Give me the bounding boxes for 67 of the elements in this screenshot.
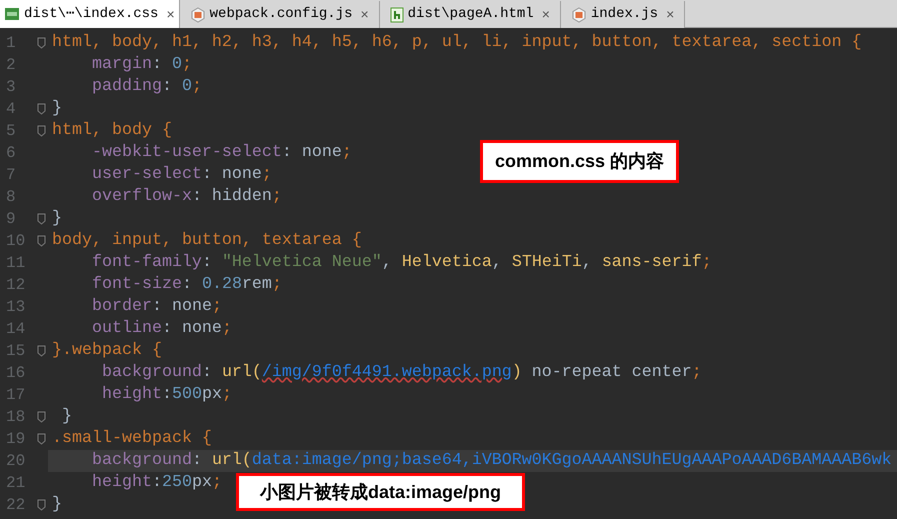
fold-marker-icon[interactable]	[37, 411, 46, 423]
editor-tab[interactable]: index.js ×	[560, 1, 686, 28]
html-file-icon	[390, 6, 404, 22]
line-number: 19	[6, 429, 26, 450]
code-line: -webkit-user-select: none;	[90, 143, 352, 162]
css-file-icon	[4, 6, 20, 22]
code-line: }	[52, 99, 62, 118]
code-line: padding: 0;	[90, 77, 202, 96]
code-line: font-family: "Helvetica Neue", Helvetica, STHeiTi, sans-serif;	[90, 253, 712, 272]
fold-marker-icon[interactable]	[37, 37, 46, 49]
line-number: 15	[6, 341, 26, 362]
line-number: 13	[6, 297, 26, 318]
code-line: margin: 0;	[90, 55, 192, 74]
fold-marker-icon[interactable]	[37, 235, 46, 247]
code-line: html, body {	[52, 121, 172, 140]
close-icon[interactable]: ×	[360, 4, 369, 25]
fold-marker-icon[interactable]	[37, 103, 46, 115]
line-number: 4	[6, 99, 16, 120]
annotation-label: 小图片被转成data:image/png	[236, 473, 525, 511]
code-line: border: none;	[90, 297, 222, 316]
line-number: 2	[6, 55, 16, 76]
line-number: 5	[6, 121, 16, 142]
fold-marker-icon[interactable]	[37, 213, 46, 225]
line-number: 6	[6, 143, 16, 164]
code-line: .small-webpack {	[52, 429, 212, 448]
code-line: height:500px;	[100, 385, 232, 404]
line-number: 22	[6, 495, 26, 516]
code-line: outline: none;	[90, 319, 232, 338]
code-line: background: url(/img/9f0f4491.webpack.png) no-repeat center;	[100, 363, 702, 382]
code-line: }	[52, 495, 62, 514]
fold-marker-icon[interactable]	[37, 499, 46, 511]
editor-tab[interactable]: dist\pageA.html ×	[380, 1, 561, 28]
line-number: 10	[6, 231, 26, 252]
code-line: body, input, button, textarea {	[52, 231, 362, 250]
line-number: 11	[6, 253, 26, 274]
line-number: 1	[6, 33, 16, 54]
editor-tab[interactable]: webpack.config.js ×	[180, 1, 380, 28]
code-line: overflow-x: hidden;	[90, 187, 282, 206]
line-number: 12	[6, 275, 26, 296]
code-line: height:250px;	[90, 473, 222, 492]
code-line: user-select: none;	[90, 165, 272, 184]
line-number: 9	[6, 209, 16, 230]
code-line: }	[52, 209, 62, 228]
code-line: }	[60, 407, 72, 426]
code-line: }.webpack {	[52, 341, 162, 360]
line-number: 3	[6, 77, 16, 98]
fold-marker-icon[interactable]	[37, 433, 46, 445]
fold-marker-icon[interactable]	[37, 345, 46, 357]
js-file-icon	[570, 6, 587, 22]
close-icon[interactable]: ×	[666, 4, 674, 25]
line-number: 14	[6, 319, 26, 340]
code-line: html, body, h1, h2, h3, h4, h5, h6, p, ul, li, input, button, textarea, section {	[52, 33, 862, 52]
close-icon[interactable]: ×	[166, 4, 175, 24]
line-number: 20	[6, 451, 26, 472]
close-icon[interactable]: ×	[542, 4, 550, 25]
fold-marker-icon[interactable]	[37, 125, 46, 137]
line-number: 21	[6, 473, 26, 494]
line-number: 7	[6, 165, 16, 186]
line-number: 16	[6, 363, 26, 384]
editor-tab[interactable]: dist\⋯\index.css ×	[0, 0, 180, 28]
line-number: 17	[6, 385, 26, 406]
js-file-icon	[190, 6, 206, 22]
line-number: 18	[6, 407, 26, 428]
annotation-label: common.css 的内容	[480, 140, 679, 183]
line-number: 8	[6, 187, 16, 208]
code-line: background: url(data:image/png;base64,iVBORw0KGgoAAAANSUhEUgAAAPoAAAD6BAMAAAB6wk	[90, 451, 892, 470]
code-line: font-size: 0.28rem;	[90, 275, 282, 294]
